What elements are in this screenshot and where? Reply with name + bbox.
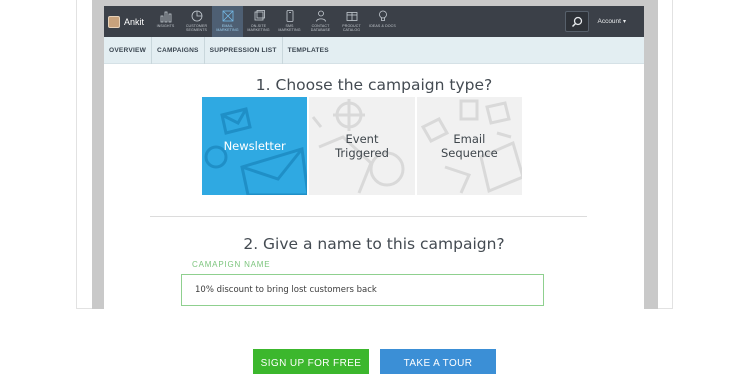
chevron-down-icon: ▾	[622, 19, 626, 25]
bar-chart-icon	[160, 11, 171, 23]
account-menu[interactable]: Account ▾	[594, 6, 644, 37]
step-1-title: 1. Choose the campaign type?	[255, 76, 493, 94]
avatar	[108, 15, 120, 28]
page: Ankit INSIGHTS CUSTOMER SEGMENTS EMAIL M…	[0, 0, 750, 374]
campaign-type-email-sequence[interactable]: Email Sequence	[416, 97, 522, 195]
nav-item-ideas-docs[interactable]: IDEAS & DOCS	[367, 6, 398, 37]
campaign-type-label: Email Sequence	[440, 131, 498, 161]
campaign-type-label: Event Triggered	[335, 131, 389, 161]
tab-templates[interactable]: TEMPLATES	[283, 37, 334, 64]
search-icon	[572, 16, 583, 27]
nav-item-product-catalog[interactable]: PRODUCT CATALOG	[336, 6, 367, 37]
tab-overview[interactable]: OVERVIEW	[104, 36, 153, 64]
nav-item-insights[interactable]: INSIGHTS	[150, 6, 181, 37]
nav-item-contact-database[interactable]: CONTACT DATABASE	[305, 6, 336, 37]
campaign-type-options: Newsletter Event Triggered Email Sequenc…	[202, 97, 522, 195]
nav-item-email-marketing[interactable]: EMAIL MARKETING	[212, 6, 243, 37]
nav-item-label: EMAIL MARKETING	[216, 24, 239, 33]
app-screen: Ankit INSIGHTS CUSTOMER SEGMENTS EMAIL M…	[104, 6, 644, 309]
nav-item-label: PRODUCT CATALOG	[342, 24, 361, 33]
step-2-title: 2. Give a name to this campaign?	[243, 235, 505, 253]
take-a-tour-button[interactable]: TAKE A TOUR	[380, 349, 496, 374]
nav-item-label: IDEAS & DOCS	[369, 24, 396, 28]
campaign-type-newsletter[interactable]: Newsletter	[202, 97, 308, 195]
campaign-type-label: Newsletter	[223, 138, 286, 153]
sign-up-button[interactable]: SIGN UP FOR FREE	[253, 349, 369, 374]
nav-item-sms-marketing[interactable]: SMS MARKETING	[274, 6, 305, 37]
nav-item-label: CONTACT DATABASE	[310, 24, 331, 33]
account-label: Account	[597, 18, 621, 25]
campaign-name-input[interactable]: 10% discount to bring lost customers bac…	[181, 274, 544, 306]
nav-item-label: SMS MARKETING	[278, 24, 301, 33]
window-icon	[254, 10, 265, 21]
nav-item-label: ON-SITE MARKETING	[247, 24, 270, 33]
phone-icon	[286, 10, 293, 22]
search-button[interactable]	[565, 11, 590, 32]
nav-item-on-site-marketing[interactable]: ON-SITE MARKETING	[243, 6, 274, 37]
tab-campaigns[interactable]: CAMPAIGNS	[152, 36, 205, 64]
nav-item-label: CUSTOMER SEGMENTS	[185, 24, 208, 33]
user-menu[interactable]: Ankit	[104, 6, 150, 37]
envelope-icon	[222, 10, 233, 22]
nav-item-label: INSIGHTS	[156, 24, 175, 28]
sub-navigation: OVERVIEW CAMPAIGNS SUPPRESSION LIST TEMP…	[104, 36, 644, 64]
section-divider	[150, 216, 587, 217]
top-navigation: Ankit INSIGHTS CUSTOMER SEGMENTS EMAIL M…	[104, 6, 644, 37]
username: Ankit	[124, 16, 145, 27]
person-icon	[315, 10, 326, 22]
nav-item-customer-segments[interactable]: CUSTOMER SEGMENTS	[181, 6, 212, 37]
pie-chart-icon	[191, 10, 202, 22]
catalog-icon	[346, 12, 357, 21]
campaign-type-event-triggered[interactable]: Event Triggered	[309, 97, 415, 195]
campaign-name-label: CAMAPIGN NAME	[192, 260, 271, 269]
tab-suppression-list[interactable]: SUPPRESSION LIST	[205, 36, 283, 64]
lightbulb-icon	[378, 10, 387, 21]
